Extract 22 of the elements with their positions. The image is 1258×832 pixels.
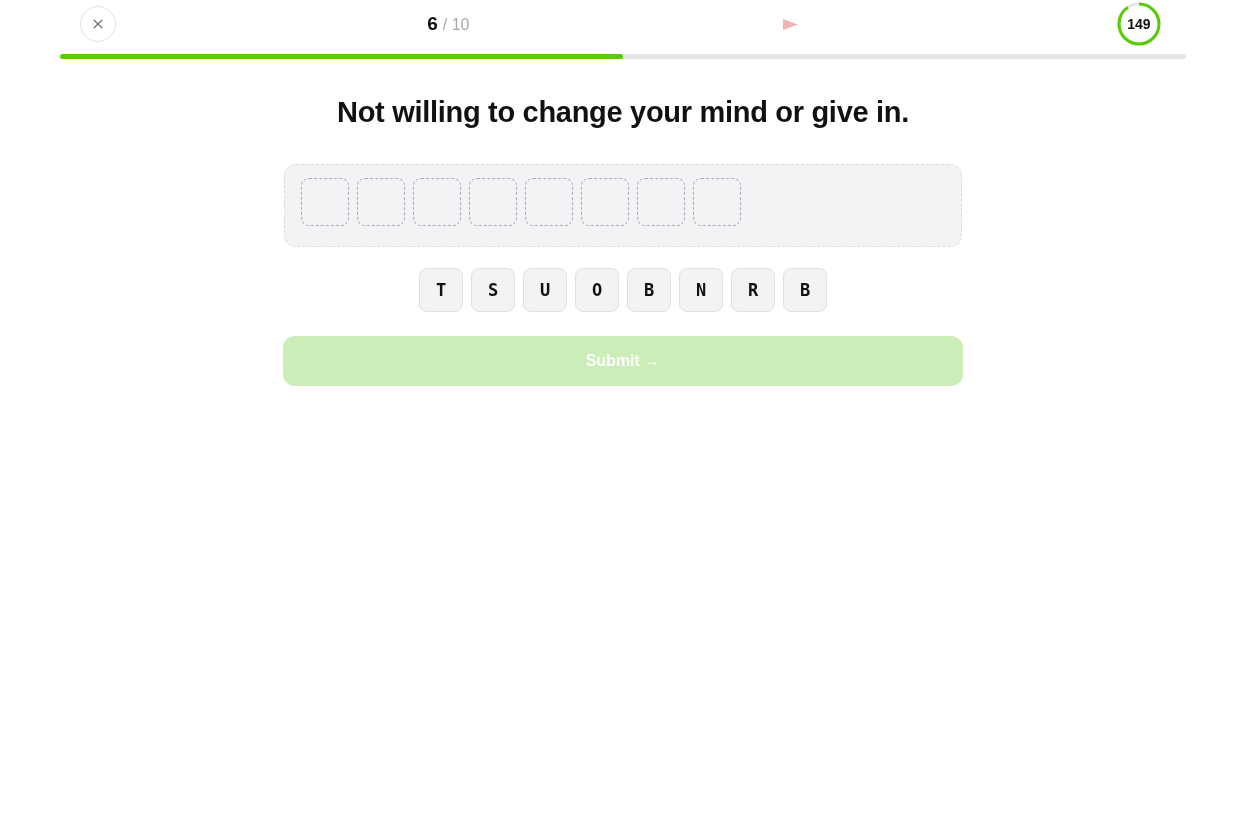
question-total: / 10 bbox=[442, 16, 470, 34]
flag-icon[interactable] bbox=[782, 18, 798, 30]
letter-tile[interactable]: T bbox=[419, 268, 463, 312]
answer-slot[interactable] bbox=[581, 177, 629, 226]
letter-tile[interactable]: O bbox=[575, 268, 619, 312]
answer-slot[interactable] bbox=[301, 177, 349, 226]
close-button[interactable] bbox=[80, 6, 116, 42]
answer-slot[interactable] bbox=[525, 177, 573, 226]
question-text: Not willing to change your mind or give in. bbox=[337, 95, 909, 129]
letter-tile[interactable]: S bbox=[471, 268, 515, 312]
letter-tile[interactable]: B bbox=[627, 268, 671, 312]
letter-tile[interactable]: U bbox=[523, 268, 567, 312]
letter-tile[interactable]: B bbox=[783, 268, 827, 312]
answer-slot[interactable] bbox=[413, 177, 461, 226]
timer-value: 149 bbox=[1127, 16, 1151, 32]
answer-slot[interactable] bbox=[469, 177, 517, 226]
letter-tile[interactable]: N bbox=[679, 268, 723, 312]
answer-slot[interactable] bbox=[357, 177, 405, 226]
question-number: 6 bbox=[427, 13, 438, 35]
letter-tile[interactable]: R bbox=[731, 268, 775, 312]
answer-slot[interactable] bbox=[693, 177, 741, 226]
answer-slot[interactable] bbox=[637, 177, 685, 226]
